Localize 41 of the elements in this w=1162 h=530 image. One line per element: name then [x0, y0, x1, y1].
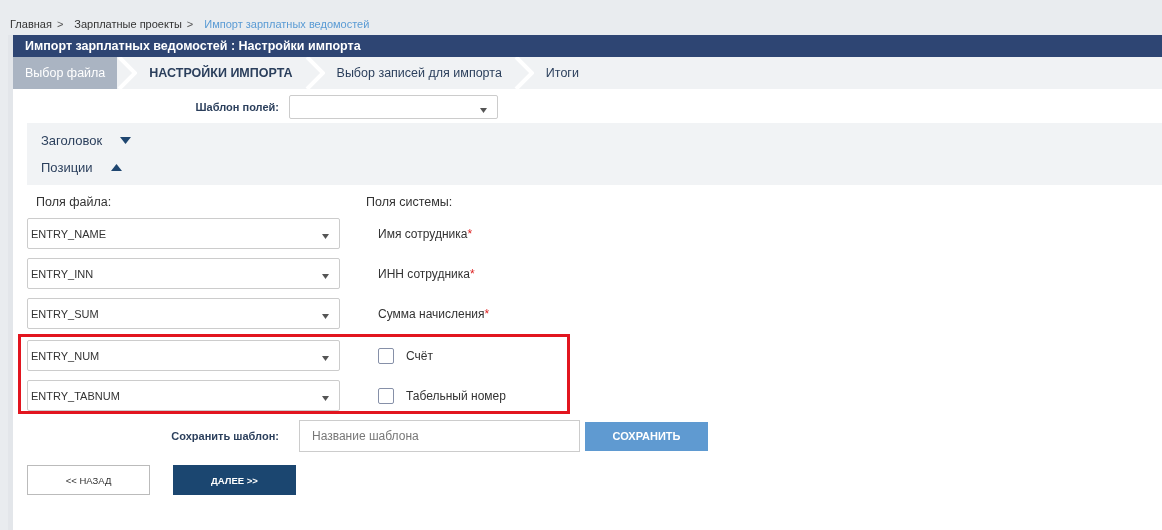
wizard-step[interactable]: Выбор записей для импорта [324, 66, 514, 80]
file-field-select[interactable]: ENTRY_SUM [27, 298, 340, 329]
caret-icon [480, 107, 487, 113]
system-field-label: Счёт [406, 348, 433, 363]
file-field-select[interactable]: ENTRY_NUM [27, 340, 340, 371]
checkbox[interactable] [378, 347, 394, 364]
back-button[interactable]: << НАЗАД [27, 465, 150, 495]
breadcrumb-separator: > [186, 18, 194, 30]
caret-icon [322, 356, 329, 361]
caret-icon [322, 234, 329, 239]
checkbox[interactable] [378, 387, 394, 404]
system-field-label: Имя сотрудника* [378, 226, 473, 241]
file-field-select[interactable]: ENTRY_NAME [27, 218, 340, 249]
caret-icon [322, 314, 329, 319]
template-select[interactable] [289, 95, 498, 119]
section-toggle[interactable]: Позиции [27, 154, 136, 181]
system-field-label: Табельный номер [406, 388, 506, 403]
template-name-field[interactable]: Название шаблона [299, 420, 580, 452]
chevron-divider [304, 57, 325, 89]
expand-arrow-icon [120, 137, 132, 144]
next-button[interactable]: ДАЛЕЕ >> [173, 465, 296, 495]
column-heading: Поля файла: [36, 195, 113, 209]
collapse-arrow-icon [110, 164, 122, 171]
file-field-select[interactable]: ENTRY_INN [27, 258, 340, 289]
caret-icon [322, 396, 329, 401]
section-toggle[interactable]: Заголовок [27, 127, 146, 154]
wizard-step[interactable]: НАСТРОЙКИ ИМПОРТА [137, 66, 305, 80]
window-title: Импорт зарплатных ведомостей : Настройки импорта [13, 35, 1162, 57]
file-field-select[interactable]: ENTRY_TABNUM [27, 380, 340, 411]
chevron-divider [513, 57, 534, 89]
breadcrumb-separator: > [56, 18, 64, 30]
chevron-divider [117, 57, 138, 89]
breadcrumb-link[interactable]: Зарплатные проекты [74, 18, 182, 30]
system-field-label: ИНН сотрудника* [378, 266, 475, 281]
system-field-label: Сумма начисления* [378, 306, 490, 321]
template-label: Шаблон полей: [194, 101, 279, 113]
column-heading: Поля системы: [366, 195, 453, 209]
caret-icon [322, 274, 329, 279]
wizard-step[interactable]: Итоги [533, 66, 591, 80]
save-template-label: Сохранить шаблон: [170, 430, 279, 442]
breadcrumb-link[interactable]: Главная [10, 18, 52, 30]
